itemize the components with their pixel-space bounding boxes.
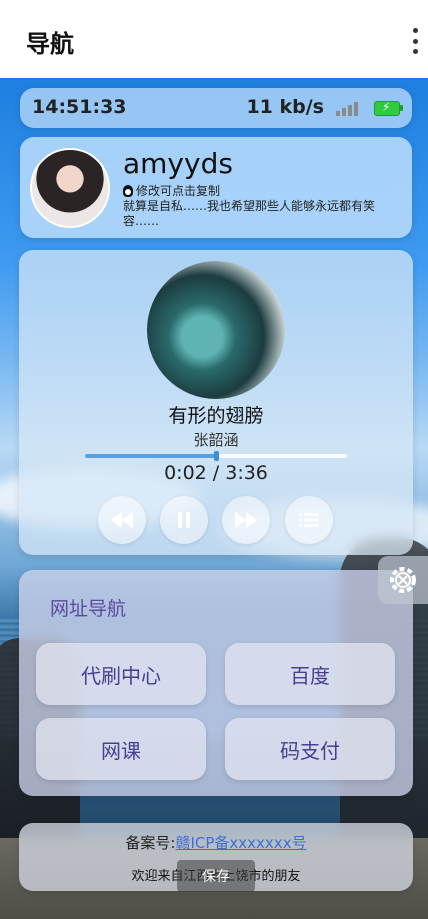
pause-icon (178, 512, 190, 528)
status-card: 14:51:33 11 kb/s ⚡ (20, 88, 412, 128)
gear-icon (390, 567, 416, 593)
playlist-icon (299, 513, 319, 527)
music-player: 有形的翅膀 张韶涵 0:02 / 3:36 (19, 250, 413, 555)
network-speed: 11 kb/s (246, 96, 324, 118)
nav-button-mazhifu[interactable]: 码支付 (225, 718, 395, 780)
fast-forward-button[interactable] (222, 496, 270, 544)
nav-heading: 网址导航 (50, 598, 127, 620)
qq-copy-hint[interactable]: 修改可点击复制 (123, 182, 220, 199)
bio: 就算是自私……我也希望那些人能够永远都有笑容…… (123, 199, 376, 228)
avatar (30, 148, 110, 228)
nav-button-daishua[interactable]: 代刷中心 (36, 643, 206, 705)
icp-line: 备案号:赣ICP备xxxxxxx号 (19, 832, 413, 853)
progress-bar[interactable] (85, 451, 347, 461)
battery-icon: ⚡ (374, 100, 403, 116)
profile-card: amyyds 修改可点击复制 就算是自私……我也希望那些人能够永远都有笑容…… (20, 137, 412, 238)
progress-knob[interactable] (214, 451, 219, 461)
progress-fill (85, 454, 216, 458)
time-display: 0:02 / 3:36 (164, 462, 268, 484)
more-vertical-icon[interactable] (410, 28, 420, 54)
qq-penguin-icon (123, 184, 133, 197)
icp-link[interactable]: 赣ICP备xxxxxxx号 (175, 834, 306, 852)
pause-button[interactable] (160, 496, 208, 544)
playlist-button[interactable] (285, 496, 333, 544)
nav-button-baidu[interactable]: 百度 (225, 643, 395, 705)
album-cover (147, 261, 285, 399)
qq-hint-text: 修改可点击复制 (136, 184, 221, 198)
settings-button[interactable] (378, 556, 428, 604)
fast-forward-icon (235, 512, 257, 528)
url-nav-card: 网址导航 代刷中心 百度 网课 码支付 (19, 570, 413, 796)
signal-icon (336, 100, 360, 116)
rewind-icon (111, 512, 133, 528)
page-title: 导航 (26, 30, 74, 58)
save-button[interactable]: 保存 (177, 860, 255, 892)
nav-button-wangke[interactable]: 网课 (36, 718, 206, 780)
song-title: 有形的翅膀 (168, 405, 264, 427)
username: amyyds (123, 147, 233, 180)
rewind-button[interactable] (98, 496, 146, 544)
app-bar: 导航 (0, 0, 428, 78)
artist-name: 张韶涵 (193, 431, 239, 449)
icp-label: 备案号: (125, 834, 176, 852)
clock: 14:51:33 (32, 96, 127, 118)
